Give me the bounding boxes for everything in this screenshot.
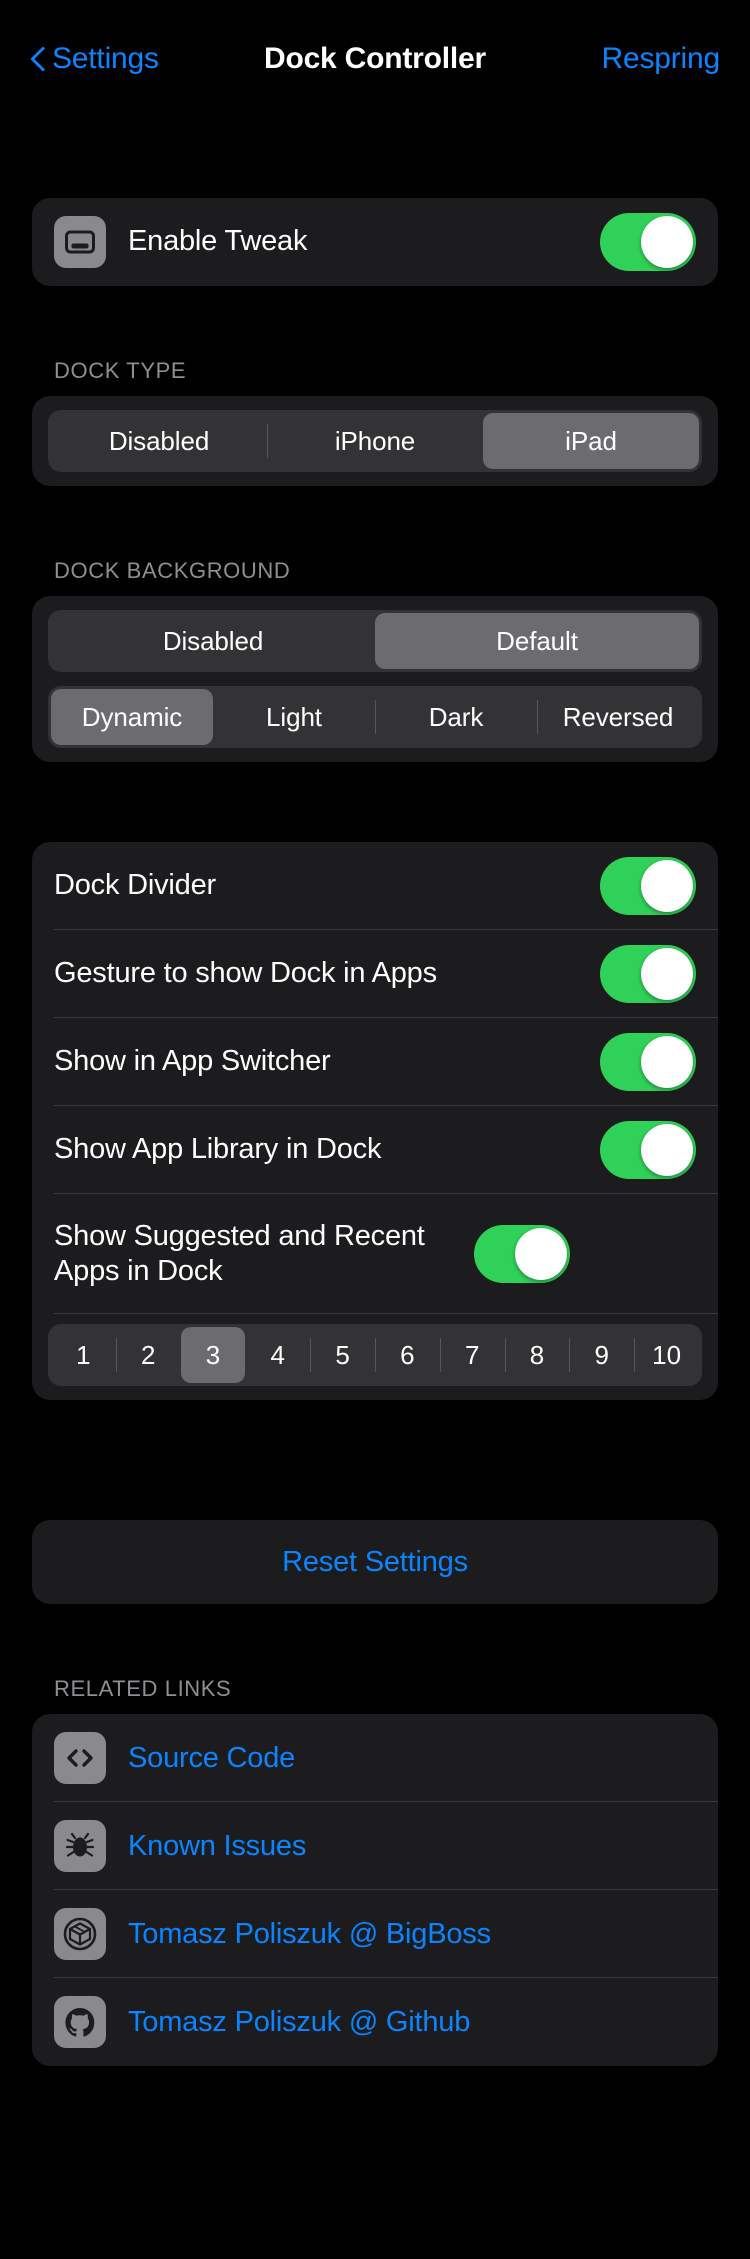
row-label-enable-tweak: Enable Tweak — [128, 225, 308, 258]
toggle-gesture-show-dock[interactable] — [600, 945, 696, 1003]
row-github[interactable]: Tomasz Poliszuk @ Github — [32, 1978, 718, 2066]
count-option-7[interactable]: 7 — [439, 1327, 505, 1383]
toggle-knob — [515, 1228, 567, 1280]
link-label-source-code: Source Code — [128, 1741, 296, 1774]
segment-style-dynamic[interactable]: Dynamic — [51, 689, 213, 745]
row-label-show-suggested-recent: Show Suggested and Recent Apps in Dock — [54, 1219, 425, 1287]
row-label-dock-divider: Dock Divider — [54, 869, 216, 902]
toggle-enable-tweak[interactable] — [600, 213, 696, 271]
cydia-package-icon — [54, 1908, 106, 1960]
toggle-knob — [641, 948, 693, 1000]
toggle-knob — [641, 1036, 693, 1088]
bug-icon — [54, 1820, 106, 1872]
toggle-knob — [641, 216, 693, 268]
segment-dock-background-disabled[interactable]: Disabled — [51, 613, 375, 669]
related-links-card: Source Code Known Issues Tomasz Poliszuk… — [32, 1714, 718, 2066]
count-option-6[interactable]: 6 — [374, 1327, 440, 1383]
row-source-code[interactable]: Source Code — [32, 1714, 718, 1802]
row-enable-tweak[interactable]: Enable Tweak — [32, 198, 718, 286]
count-option-2[interactable]: 2 — [115, 1327, 181, 1383]
back-button-label: Settings — [52, 42, 159, 75]
settings-screen: Settings Dock Controller Respring Enable… — [0, 0, 750, 2259]
row-label-show-in-app-switcher: Show in App Switcher — [54, 1045, 331, 1078]
row-label-show-app-library: Show App Library in Dock — [54, 1133, 382, 1166]
segment-style-dark[interactable]: Dark — [375, 689, 537, 745]
link-label-github: Tomasz Poliszuk @ Github — [128, 2005, 471, 2038]
respring-button[interactable]: Respring — [602, 42, 721, 76]
link-label-bigboss: Tomasz Poliszuk @ BigBoss — [128, 1917, 491, 1950]
toggle-dock-divider[interactable] — [600, 857, 696, 915]
toggle-show-app-library[interactable] — [600, 1121, 696, 1179]
dock-background-mode-segmented-control[interactable]: Disabled Default — [48, 610, 702, 672]
dock-type-segmented-control[interactable]: Disabled iPhone iPad — [48, 410, 702, 472]
segment-dock-background-default[interactable]: Default — [375, 613, 699, 669]
row-bigboss[interactable]: Tomasz Poliszuk @ BigBoss — [32, 1890, 718, 1978]
navigation-bar: Settings Dock Controller Respring — [0, 0, 750, 118]
count-option-9[interactable]: 9 — [569, 1327, 634, 1383]
dock-background-card: Disabled Default Dynamic Light Dark Reve… — [32, 596, 718, 762]
code-brackets-icon — [54, 1732, 106, 1784]
toggle-show-suggested-recent[interactable] — [474, 1225, 570, 1283]
row-gesture-show-dock[interactable]: Gesture to show Dock in Apps — [32, 930, 718, 1018]
suggested-apps-count-picker[interactable]: 1 2 3 4 5 6 7 8 9 10 — [48, 1324, 702, 1386]
section-header-dock-type: DOCK TYPE — [54, 358, 187, 383]
section-header-dock-background: DOCK BACKGROUND — [54, 558, 291, 583]
dock-background-style-segmented-control[interactable]: Dynamic Light Dark Reversed — [48, 686, 702, 748]
count-option-1[interactable]: 1 — [51, 1327, 116, 1383]
section-header-related-links: RELATED LINKS — [54, 1676, 232, 1701]
suggested-count-wrap: 1 2 3 4 5 6 7 8 9 10 — [32, 1314, 718, 1400]
row-known-issues[interactable]: Known Issues — [32, 1802, 718, 1890]
link-label-known-issues: Known Issues — [128, 1829, 307, 1862]
dock-display-icon — [54, 216, 106, 268]
reset-settings-label: Reset Settings — [282, 1545, 468, 1578]
dock-type-card: Disabled iPhone iPad — [32, 396, 718, 486]
count-option-8[interactable]: 8 — [504, 1327, 570, 1383]
reset-settings-button[interactable]: Reset Settings — [32, 1520, 718, 1604]
count-option-5[interactable]: 5 — [310, 1327, 375, 1383]
toggle-show-in-app-switcher[interactable] — [600, 1033, 696, 1091]
segment-dock-type-ipad[interactable]: iPad — [483, 413, 699, 469]
row-show-suggested-recent[interactable]: Show Suggested and Recent Apps in Dock — [32, 1194, 718, 1314]
dock-options-card: Dock Divider Gesture to show Dock in App… — [32, 842, 718, 1400]
row-label-gesture-show-dock: Gesture to show Dock in Apps — [54, 957, 437, 990]
enable-tweak-card: Enable Tweak — [32, 198, 718, 286]
toggle-knob — [641, 1124, 693, 1176]
dock-type-segmented-wrap: Disabled iPhone iPad — [32, 396, 718, 486]
count-option-4[interactable]: 4 — [245, 1327, 310, 1383]
segment-dock-type-iphone[interactable]: iPhone — [267, 413, 483, 469]
count-option-3[interactable]: 3 — [180, 1327, 246, 1383]
dock-background-mode-wrap: Disabled Default — [32, 596, 718, 686]
back-button[interactable]: Settings — [30, 42, 159, 76]
segment-dock-type-disabled[interactable]: Disabled — [51, 413, 267, 469]
chevron-left-icon — [30, 45, 46, 73]
content-area: Enable Tweak DOCK TYPE Disabled iPhone i… — [0, 118, 750, 2066]
segment-style-light[interactable]: Light — [213, 689, 375, 745]
row-show-app-library[interactable]: Show App Library in Dock — [32, 1106, 718, 1194]
row-show-in-app-switcher[interactable]: Show in App Switcher — [32, 1018, 718, 1106]
segment-style-reversed[interactable]: Reversed — [537, 689, 699, 745]
row-dock-divider[interactable]: Dock Divider — [32, 842, 718, 930]
count-option-10[interactable]: 10 — [634, 1327, 699, 1383]
dock-background-style-wrap: Dynamic Light Dark Reversed — [32, 686, 718, 762]
toggle-knob — [641, 860, 693, 912]
github-icon — [54, 1996, 106, 2048]
